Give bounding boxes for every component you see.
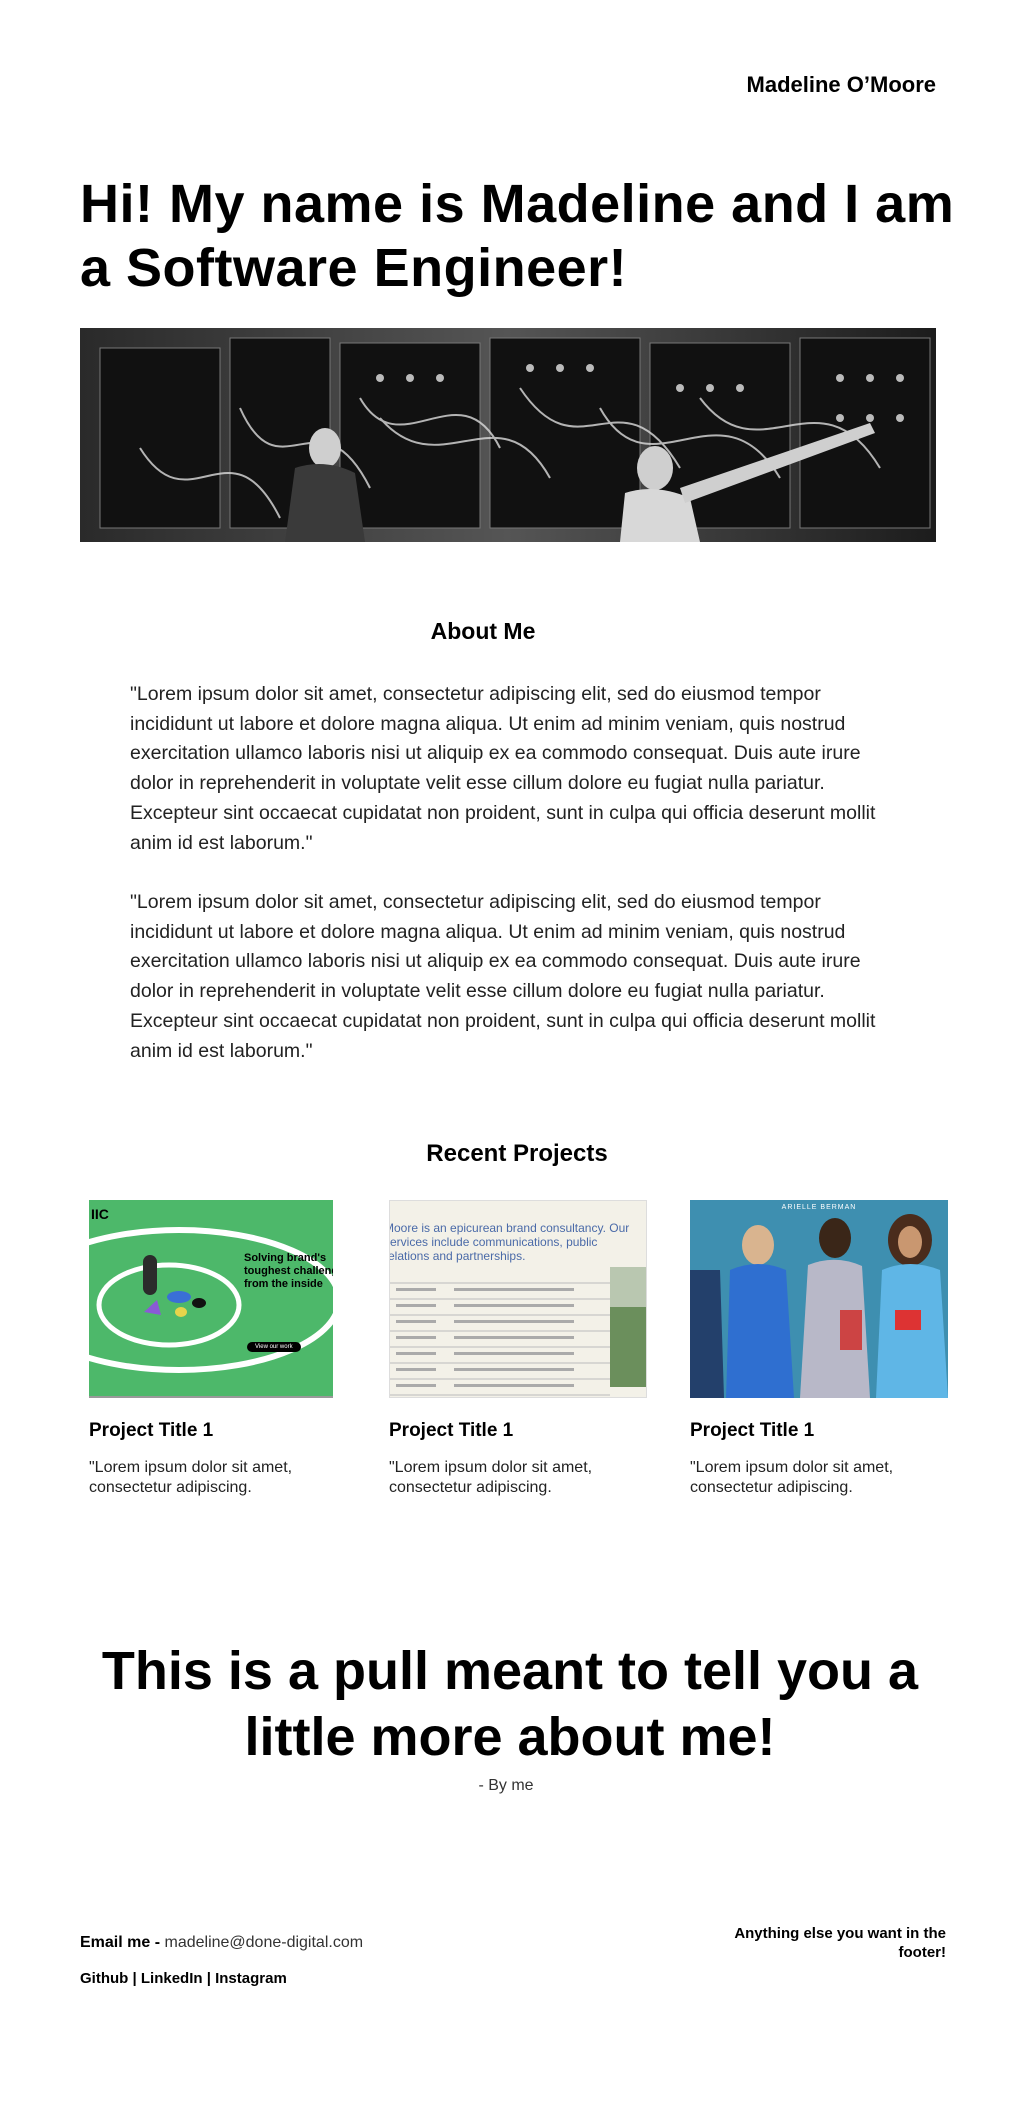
site-brand-name[interactable]: Madeline O’Moore [747,72,936,98]
footer-social-links: Github | LinkedIn | Instagram [80,1970,287,1987]
footer-email: Email me - madeline@done-digital.com [80,1934,363,1952]
project-title[interactable]: Project Title 1 [690,1420,948,1442]
hero-image [80,328,936,542]
linkedin-link[interactable]: LinkedIn [141,1970,203,1987]
instagram-link[interactable]: Instagram [215,1970,287,1987]
footer-note: Anything else you want in the footer! [734,1925,946,1961]
email-link[interactable]: madeline@done-digital.com [164,1934,363,1951]
project-thumbnail[interactable]: Moore is an epicurean brand consultancy.… [389,1200,647,1398]
thumb-logo: IIC [91,1206,109,1222]
project-title[interactable]: Project Title 1 [389,1420,647,1442]
about-paragraph: "Lorem ipsum dolor sit amet, consectetur… [130,683,876,854]
pull-quote: This is a pull meant to tell you a littl… [101,1641,919,1767]
project-thumbnail[interactable]: ARIELLE BERMAN [690,1200,948,1398]
link-separator: | [206,1970,211,1987]
projects-title: Recent Projects [426,1140,608,1167]
pull-quote-byline: - By me [478,1777,534,1794]
about-paragraph: "Lorem ipsum dolor sit amet, consectetur… [130,891,876,1062]
email-label: Email me - [80,1934,161,1951]
link-separator: | [132,1970,137,1987]
project-title[interactable]: Project Title 1 [89,1420,333,1442]
project-description: "Lorem ipsum dolor sit amet, consectetur… [389,1459,593,1496]
hero-title: Hi! My name is Madeline and I am a Softw… [80,174,955,298]
thumb-cta: View our work [247,1342,301,1352]
project-card[interactable]: IIC Solving brand's toughest challenges … [89,1200,333,1498]
thumb-heading: Solving brand's toughest challenges from… [244,1252,333,1290]
project-description: "Lorem ipsum dolor sit amet, consectetur… [690,1459,894,1496]
project-card[interactable]: ARIELLE BERMAN Project Title 1 "Lorem ip… [690,1200,948,1498]
project-card[interactable]: Moore is an epicurean brand consultancy.… [389,1200,647,1498]
project-thumbnail[interactable]: IIC Solving brand's toughest challenges … [89,1200,333,1398]
github-link[interactable]: Github [80,1970,128,1987]
about-title: About Me [430,618,536,644]
project-description: "Lorem ipsum dolor sit amet, consectetur… [89,1459,293,1496]
